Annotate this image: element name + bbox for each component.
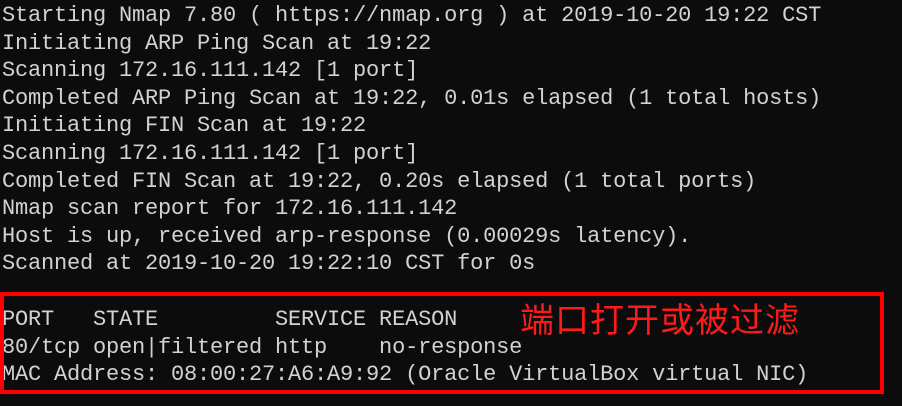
output-line: Initiating ARP Ping Scan at 19:22 bbox=[2, 30, 432, 56]
output-line: Scanned at 2019-10-20 19:22:10 CST for 0… bbox=[2, 251, 536, 277]
terminal-window[interactable]: Starting Nmap 7.80 ( https://nmap.org ) … bbox=[0, 0, 902, 406]
output-line: Completed FIN Scan at 19:22, 0.20s elaps… bbox=[2, 168, 757, 194]
annotation-label: 端口打开或被过滤 bbox=[520, 301, 800, 341]
output-line: Initiating FIN Scan at 19:22 bbox=[2, 113, 367, 139]
output-line: Host is up, received arp-response (0.000… bbox=[2, 223, 692, 249]
output-line: Nmap scan report for 172.16.111.142 bbox=[2, 196, 458, 222]
output-line: Scanning 172.16.111.142 [1 port] bbox=[2, 141, 419, 166]
output-line: Completed ARP Ping Scan at 19:22, 0.01s … bbox=[2, 85, 822, 111]
output-line: Scanning 172.16.111.142 [1 port] bbox=[2, 58, 419, 84]
output-line: Starting Nmap 7.80 ( https://nmap.org ) … bbox=[2, 3, 822, 28]
window-edge bbox=[884, 0, 902, 406]
